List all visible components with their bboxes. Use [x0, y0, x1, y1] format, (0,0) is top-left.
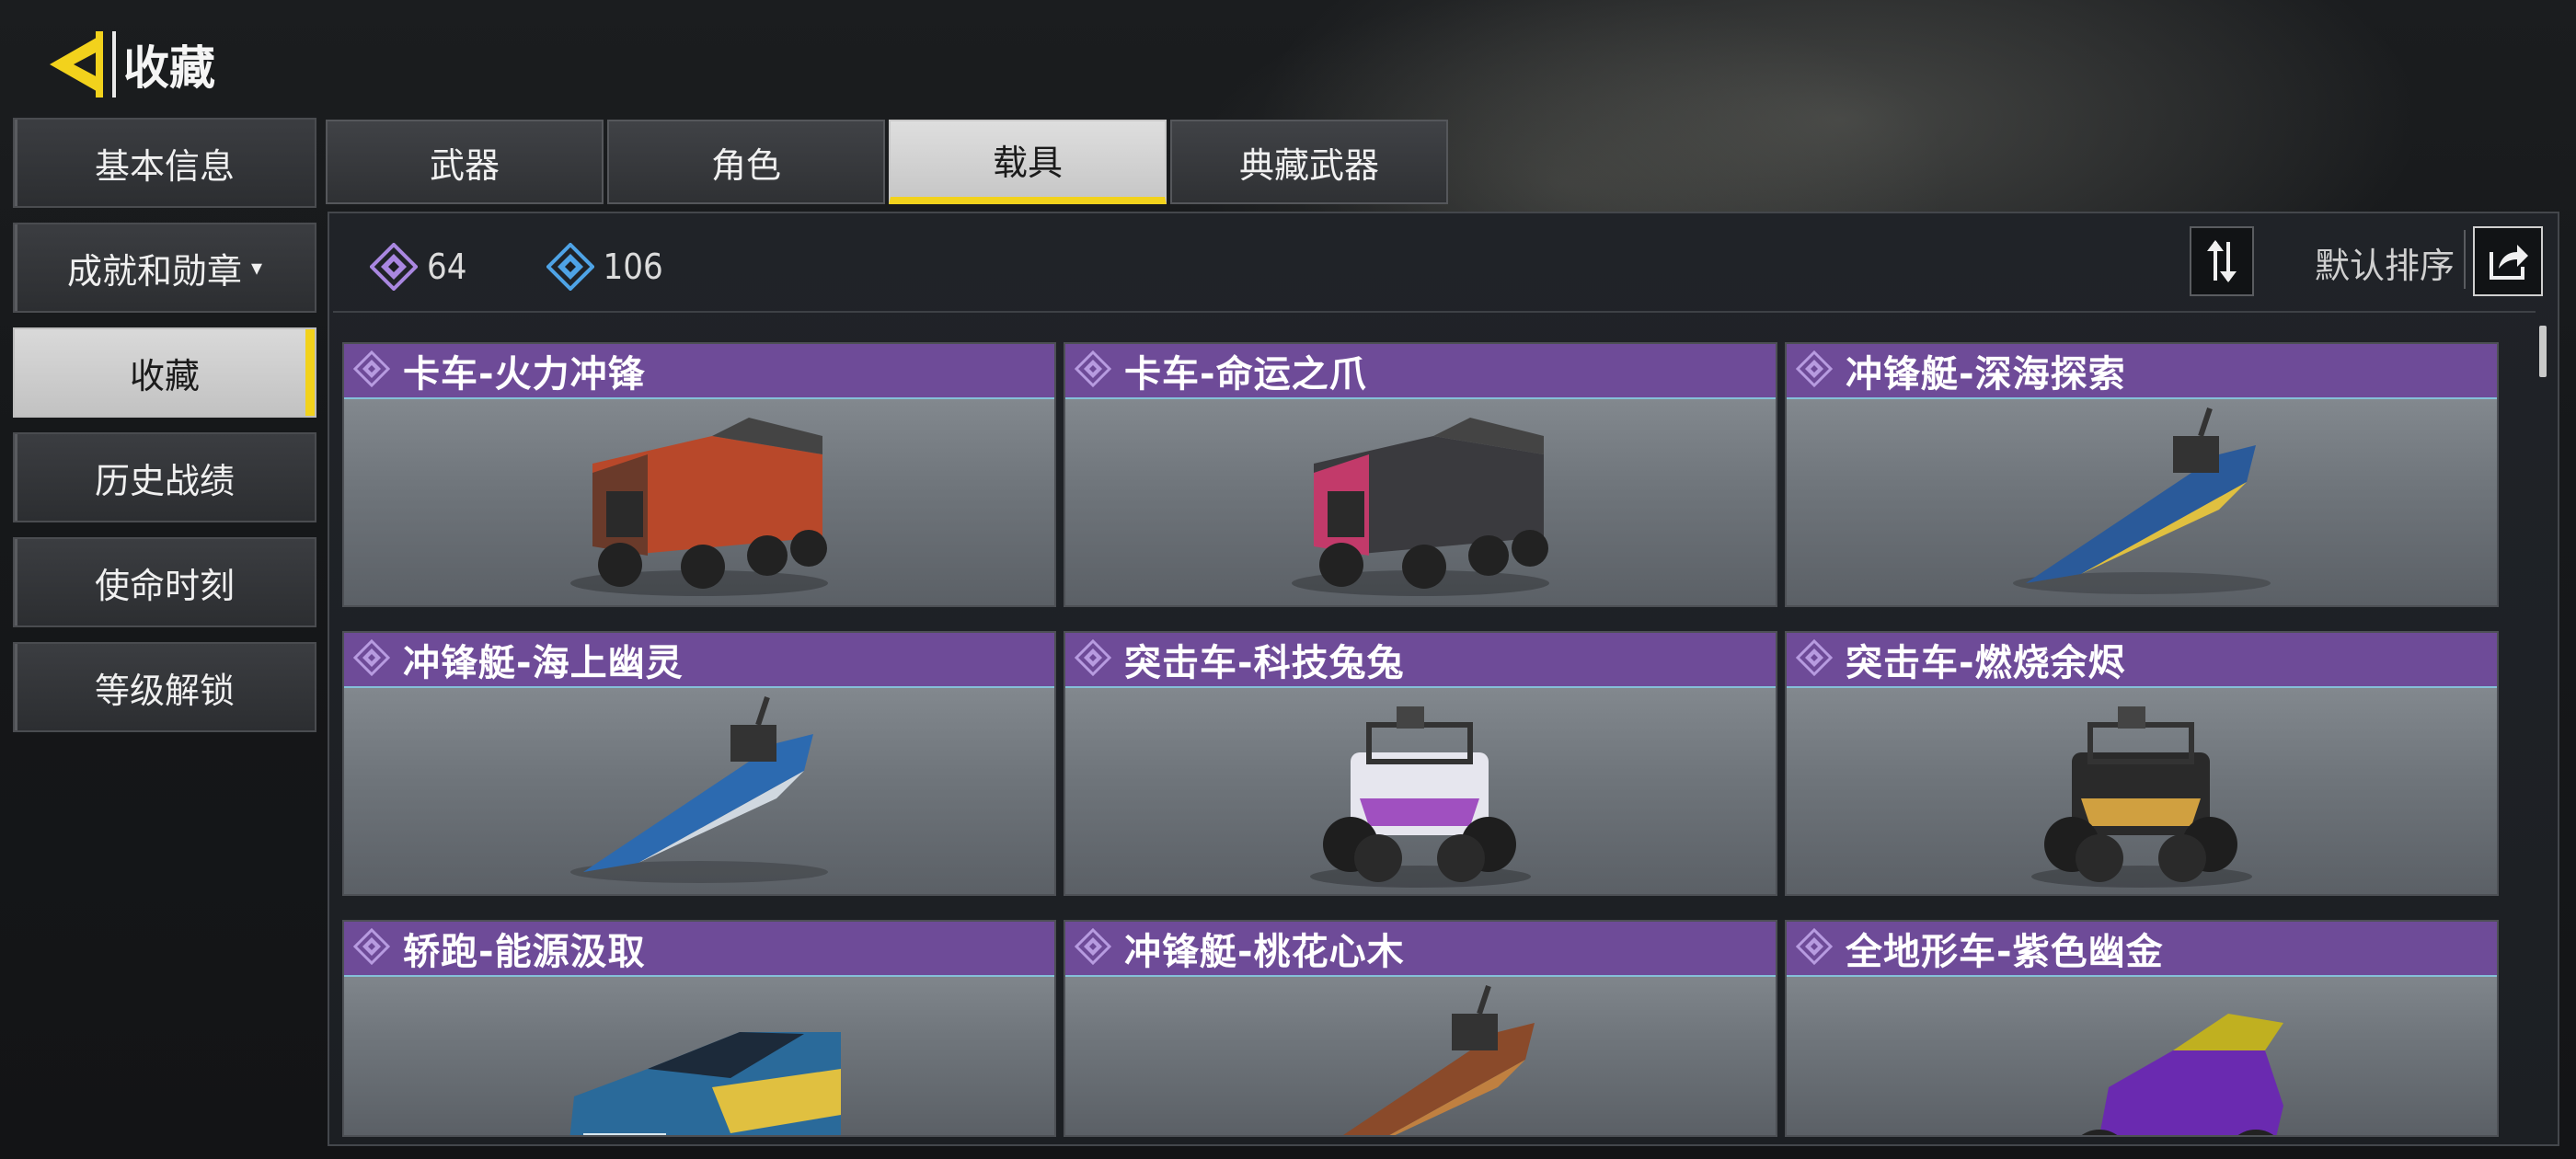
tab-label: 武器 — [429, 144, 500, 186]
vehicle-card-header: 冲锋艇-海上幽灵 — [344, 633, 1054, 688]
tab-characters[interactable]: 角色 — [607, 120, 885, 204]
vehicle-card-header: 突击车-科技兔兔 — [1065, 633, 1776, 688]
sidebar-item-level-unlock[interactable]: 等级解锁 — [13, 642, 316, 732]
vehicle-name: 卡车-命运之爪 — [1124, 353, 1367, 396]
back-arrow-icon — [50, 31, 103, 98]
purple-diamond-icon — [370, 243, 418, 291]
epic-count: 106 — [603, 247, 663, 287]
vehicle-image — [1787, 688, 2497, 894]
sort-arrows-icon — [2207, 240, 2237, 282]
vehicle-image — [1787, 399, 2497, 605]
sort-toggle-button[interactable] — [2190, 226, 2254, 296]
page-title: 收藏 — [123, 41, 215, 95]
tab-collector-weapons[interactable]: 典藏武器 — [1170, 120, 1448, 204]
vehicle-name: 卡车-火力冲锋 — [403, 353, 646, 396]
vehicle-image — [344, 399, 1054, 605]
vehicle-name: 轿跑-能源汲取 — [403, 931, 646, 973]
rarity-diamond-icon — [1074, 927, 1112, 969]
legendary-stat: 64 — [370, 243, 467, 291]
title-divider — [112, 31, 116, 98]
rarity-diamond-icon — [352, 927, 391, 969]
sidebar-item-label: 等级解锁 — [94, 670, 235, 711]
sidebar-item-history[interactable]: 历史战绩 — [13, 432, 316, 522]
chevron-down-icon: ▾ — [250, 255, 263, 281]
sidebar-item-achievements[interactable]: 成就和勋章 ▾ — [13, 223, 316, 313]
tab-vehicles[interactable]: 载具 — [889, 120, 1167, 204]
sidebar-item-label: 成就和勋章 — [66, 250, 242, 292]
sidebar-item-basic-info[interactable]: 基本信息 — [13, 118, 316, 208]
vehicle-card-header: 突击车-燃烧余烬 — [1787, 633, 2497, 688]
sidebar-item-label: 使命时刻 — [94, 565, 235, 606]
vehicle-image — [1065, 688, 1776, 894]
vehicle-card[interactable]: 冲锋艇-桃花心木 — [1064, 920, 1777, 1137]
scrollbar[interactable] — [2539, 326, 2547, 377]
tab-label: 角色 — [710, 144, 781, 186]
share-icon — [2490, 245, 2528, 280]
share-button[interactable] — [2473, 226, 2543, 296]
rarity-diamond-icon — [1074, 350, 1112, 391]
sidebar-item-label: 收藏 — [129, 355, 200, 396]
vehicle-card[interactable]: 突击车-科技兔兔 — [1064, 631, 1777, 896]
vehicle-card-header: 冲锋艇-深海探索 — [1787, 344, 2497, 399]
blue-diamond-icon — [546, 243, 594, 291]
back-button[interactable] — [46, 31, 107, 98]
tab-label: 典藏武器 — [1238, 144, 1379, 186]
vehicle-card[interactable]: 轿跑-能源汲取 — [342, 920, 1056, 1137]
vehicle-image — [1065, 399, 1776, 605]
rarity-diamond-icon — [1795, 638, 1834, 680]
vehicle-card-header: 卡车-命运之爪 — [1065, 344, 1776, 399]
vehicle-image — [344, 977, 1054, 1135]
vehicle-image — [344, 688, 1054, 894]
vehicle-card[interactable]: 冲锋艇-海上幽灵 — [342, 631, 1056, 896]
rarity-diamond-icon — [1795, 927, 1834, 969]
vehicle-card[interactable]: 冲锋艇-深海探索 — [1785, 342, 2499, 607]
vehicle-card-header: 卡车-火力冲锋 — [344, 344, 1054, 399]
page-header: 收藏 — [112, 31, 215, 98]
sidebar-item-mission-moments[interactable]: 使命时刻 — [13, 537, 316, 627]
vehicle-card-header: 全地形车-紫色幽金 — [1787, 922, 2497, 977]
divider — [333, 311, 2536, 313]
vehicle-image — [1065, 977, 1776, 1135]
rarity-diamond-icon — [352, 350, 391, 391]
vehicle-card[interactable]: 卡车-命运之爪 — [1064, 342, 1777, 607]
vehicle-card-header: 轿跑-能源汲取 — [344, 922, 1054, 977]
vehicle-card[interactable]: 突击车-燃烧余烬 — [1785, 631, 2499, 896]
tab-weapons[interactable]: 武器 — [326, 120, 604, 204]
vehicle-name: 突击车-科技兔兔 — [1124, 642, 1405, 684]
sort-dropdown[interactable]: 默认排序 — [2315, 237, 2455, 288]
vehicle-name: 突击车-燃烧余烬 — [1846, 642, 2126, 684]
rarity-stats: 64 106 — [370, 235, 742, 298]
vehicle-card[interactable]: 全地形车-紫色幽金 — [1785, 920, 2499, 1137]
epic-stat: 106 — [546, 243, 663, 291]
sidebar-item-collection[interactable]: 收藏 — [13, 327, 316, 418]
rarity-diamond-icon — [1795, 350, 1834, 391]
tab-label: 载具 — [992, 142, 1063, 183]
vehicle-card[interactable]: 卡车-火力冲锋 — [342, 342, 1056, 607]
vehicle-image — [1787, 977, 2497, 1135]
vehicle-name: 冲锋艇-海上幽灵 — [403, 642, 684, 684]
legendary-count: 64 — [427, 247, 467, 287]
vehicle-name: 冲锋艇-深海探索 — [1846, 353, 2126, 396]
rarity-diamond-icon — [352, 638, 391, 680]
sidebar-item-label: 基本信息 — [94, 145, 235, 187]
rarity-diamond-icon — [1074, 638, 1112, 680]
vehicle-name: 全地形车-紫色幽金 — [1846, 931, 2164, 973]
vehicle-name: 冲锋艇-桃花心木 — [1124, 931, 1405, 973]
divider — [2464, 230, 2466, 289]
vehicle-card-header: 冲锋艇-桃花心木 — [1065, 922, 1776, 977]
sidebar-item-label: 历史战绩 — [94, 460, 235, 501]
